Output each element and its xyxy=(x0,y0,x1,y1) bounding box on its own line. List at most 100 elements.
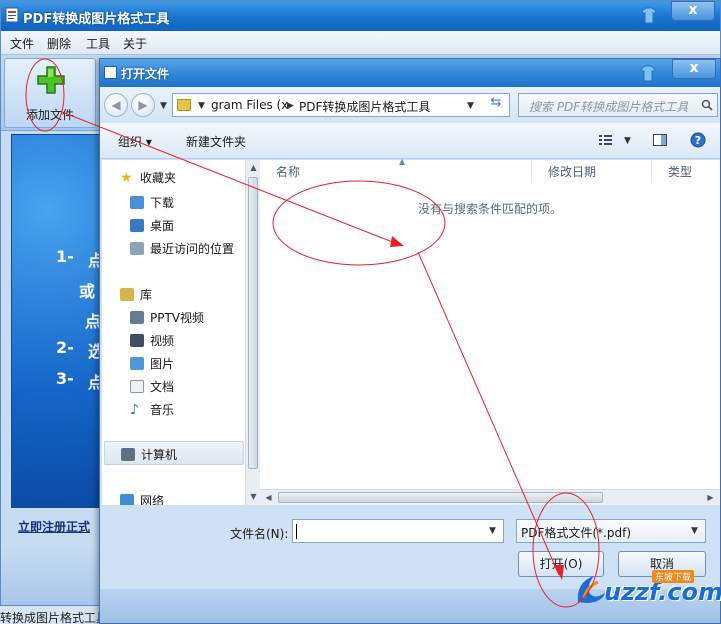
nav-scroll-thumb[interactable] xyxy=(248,177,258,469)
add-file-button[interactable]: 添加文件 xyxy=(4,58,96,128)
star-icon: ★ xyxy=(120,170,133,186)
file-list[interactable]: 名称 ▲ 修改日期 类型 没有与搜索条件匹配的项。 xyxy=(260,157,720,505)
file-type-value: PDF格式文件(*.pdf) xyxy=(521,526,632,540)
refresh-icon[interactable]: ⇆ xyxy=(485,95,507,115)
nav-computer[interactable]: 计算机 xyxy=(104,441,244,465)
hscroll-thumb[interactable] xyxy=(278,492,603,503)
document-icon xyxy=(130,380,144,393)
nav-computer-row: 计算机 xyxy=(121,446,177,463)
nav-music[interactable]: ♪ 音乐 xyxy=(130,401,174,418)
nav-documents[interactable]: 文档 xyxy=(130,378,174,395)
folder-icon xyxy=(177,99,191,111)
scroll-left-arrow[interactable]: ◀ xyxy=(261,490,276,505)
view-options-icon[interactable] xyxy=(598,132,614,148)
recent-locations-arrow[interactable]: ▼ xyxy=(160,101,167,111)
scroll-right-arrow[interactable]: ▶ xyxy=(703,490,718,505)
column-type[interactable]: 类型 xyxy=(652,160,720,182)
address-segment-program-files[interactable]: gram Files (x xyxy=(211,98,288,112)
view-options-arrow[interactable]: ▼ xyxy=(624,136,631,146)
nav-pictures[interactable]: 图片 xyxy=(130,355,174,372)
main-close-button[interactable]: x xyxy=(671,1,715,21)
video-library-icon xyxy=(130,311,144,324)
preview-pane-icon[interactable] xyxy=(652,132,668,148)
menu-delete[interactable]: 删除 xyxy=(47,35,71,52)
screen: PDF转换成图片格式工具 x 文件 删除 工具 关于 添加文件 1- 点 或 点… xyxy=(0,0,721,624)
nav-pane-scrollbar[interactable]: ▲ ▼ xyxy=(245,160,260,505)
address-bar[interactable]: ▼ gram Files (x ▶ PDF转换成图片格式工具 ▼ ⇆ xyxy=(172,93,510,117)
nav-libraries[interactable]: 库 xyxy=(120,286,152,303)
nav-pptv[interactable]: PPTV视频 xyxy=(130,309,204,326)
main-title-bar[interactable]: PDF转换成图片格式工具 x xyxy=(1,1,720,31)
address-history-arrow[interactable]: ▼ xyxy=(467,101,474,111)
nav-recent-label: 最近访问的位置 xyxy=(150,242,235,256)
picture-icon xyxy=(130,357,144,370)
search-placeholder: 搜索 PDF转换成图片格式工具 xyxy=(529,100,689,114)
nav-favorites[interactable]: ★ 收藏夹 xyxy=(120,169,176,186)
svg-text:?: ? xyxy=(695,134,701,147)
help-icon[interactable]: ? xyxy=(690,132,706,148)
file-list-hscrollbar[interactable]: ◀ ▶ xyxy=(260,489,720,505)
instruction-1-num: 1- xyxy=(56,247,74,266)
nav-videos[interactable]: 视频 xyxy=(130,332,174,349)
desktop-icon xyxy=(130,219,144,232)
breadcrumb-separator[interactable]: ▶ xyxy=(287,101,294,111)
status-bar-text: 转换成图片格式工具. xyxy=(0,611,112,624)
file-type-arrow[interactable]: ▼ xyxy=(691,526,698,536)
filename-input[interactable]: ▼ xyxy=(292,519,504,543)
menu-tools[interactable]: 工具 xyxy=(86,35,110,52)
dialog-close-button[interactable]: x xyxy=(672,59,716,79)
menu-file[interactable]: 文件 xyxy=(10,35,34,52)
dialog-icon xyxy=(104,66,117,79)
main-instruction-panel: 1- 点 或 点 2- 选 3- 点 xyxy=(11,134,104,508)
main-window-title: PDF转换成图片格式工具 xyxy=(23,12,170,27)
app-icon xyxy=(5,7,19,23)
recent-places-icon xyxy=(130,242,144,255)
command-bar: 组织 ▾ 新建文件夹 ▼ ? xyxy=(100,123,720,159)
libraries-icon xyxy=(120,288,134,301)
watermark-logo-icon xyxy=(577,576,606,603)
add-file-label: 添加文件 xyxy=(25,108,74,122)
scroll-down-arrow[interactable]: ▼ xyxy=(246,489,261,504)
watermark-tag: 东坡下载 xyxy=(652,570,695,583)
filename-label: 文件名(N): xyxy=(230,527,289,541)
file-type-select[interactable]: PDF格式文件(*.pdf) ▼ xyxy=(516,519,706,543)
open-file-dialog: 打开文件 x ◀ ▶ ▼ ▼ gram Files (x ▶ PDF转换成图片格… xyxy=(99,58,721,624)
dialog-skin-icon[interactable] xyxy=(640,65,656,82)
nav-pptv-label: PPTV视频 xyxy=(150,311,205,325)
chevron-down-icon[interactable]: ▼ xyxy=(198,101,205,111)
address-row: ◀ ▶ ▼ ▼ gram Files (x ▶ PDF转换成图片格式工具 ▼ ⇆… xyxy=(100,87,720,123)
instruction-2-num: 2- xyxy=(56,338,74,357)
forward-button[interactable]: ▶ xyxy=(131,93,155,117)
navigation-pane: ★ 收藏夹 下载 桌面 最近访问的位置 库 PPTV视频 视频 图片 文档 ♪ … xyxy=(102,160,245,508)
nav-desktop-label: 桌面 xyxy=(150,219,175,233)
back-button[interactable]: ◀ xyxy=(104,93,128,117)
new-folder-button[interactable]: 新建文件夹 xyxy=(186,133,246,150)
film-icon xyxy=(130,334,144,347)
address-segment-app-folder[interactable]: PDF转换成图片格式工具 xyxy=(299,98,430,115)
search-icon[interactable] xyxy=(701,99,713,111)
search-box[interactable]: 搜索 PDF转换成图片格式工具 xyxy=(518,93,718,117)
nav-downloads[interactable]: 下载 xyxy=(130,194,174,211)
skin-icon[interactable] xyxy=(641,7,657,24)
column-name[interactable]: 名称 xyxy=(260,160,532,182)
nav-recent[interactable]: 最近访问的位置 xyxy=(130,240,234,257)
sort-arrow-icon: ▲ xyxy=(399,157,406,166)
column-modified[interactable]: 修改日期 xyxy=(532,160,652,182)
menu-about[interactable]: 关于 xyxy=(123,35,147,52)
nav-downloads-label: 下载 xyxy=(150,196,175,210)
scroll-up-arrow[interactable]: ▲ xyxy=(246,160,261,175)
organize-button[interactable]: 组织 ▾ xyxy=(118,133,152,150)
nav-videos-label: 视频 xyxy=(150,334,175,348)
computer-icon xyxy=(121,448,135,461)
instruction-1b-text: 或 xyxy=(79,282,96,301)
register-link[interactable]: 立即注册正式 xyxy=(18,518,90,535)
nav-pictures-label: 图片 xyxy=(150,357,175,371)
empty-message: 没有与搜索条件匹配的项。 xyxy=(418,202,563,216)
plus-icon xyxy=(37,66,65,94)
nav-desktop[interactable]: 桌面 xyxy=(130,217,174,234)
dialog-title-bar[interactable]: 打开文件 x xyxy=(100,59,720,87)
site-watermark: uzzf.com 东坡下载 xyxy=(574,566,721,616)
dialog-title: 打开文件 xyxy=(121,67,170,81)
filename-history-arrow[interactable]: ▼ xyxy=(489,526,496,536)
nav-computer-label: 计算机 xyxy=(141,448,178,462)
